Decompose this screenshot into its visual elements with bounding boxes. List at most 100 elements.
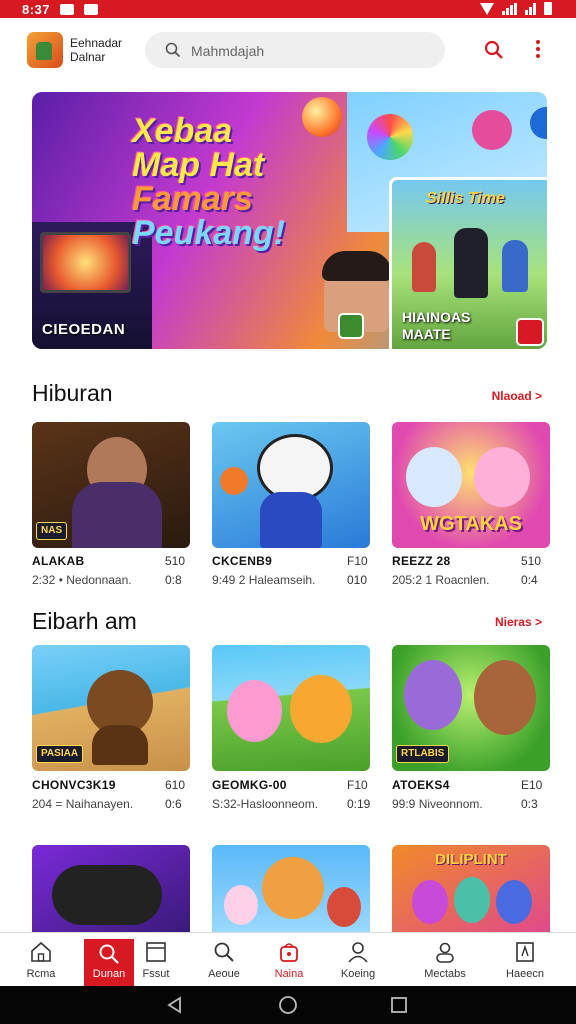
- nav-label: Rcma: [26, 968, 56, 980]
- game-card[interactable]: NAS: [32, 422, 190, 548]
- balloon-image: [367, 114, 413, 160]
- game-title[interactable]: GEOMKG-00: [212, 778, 287, 792]
- game-size: 510: [521, 554, 542, 568]
- gamepad-image: [52, 865, 162, 925]
- banner-title: Xebaa Map Hat Famars Peukang!: [132, 114, 312, 250]
- search-icon: [165, 42, 181, 63]
- nav-item-tablet[interactable]: Fssut: [131, 933, 181, 987]
- sub-card-badge-icon: [516, 318, 544, 346]
- see-more-link[interactable]: Nieras >: [495, 615, 542, 629]
- nav-label: Fssut: [142, 968, 170, 980]
- app-name-line2: Dalnar: [70, 50, 106, 64]
- character-image: [290, 675, 352, 743]
- game-title[interactable]: ALAKAB: [32, 554, 84, 568]
- game-card-tag: RTLABIS: [396, 745, 450, 763]
- see-more-link[interactable]: Nlaoad >: [492, 389, 542, 403]
- recents-icon[interactable]: [390, 996, 408, 1019]
- arcade-screen-image: [40, 232, 131, 293]
- bag-icon: [278, 941, 300, 963]
- document-icon: [514, 941, 536, 963]
- sub-card-caption-line1: HIAINOAS: [402, 309, 471, 325]
- character-image: [404, 660, 462, 730]
- game-card-tag: NAS: [36, 522, 68, 540]
- bottom-navigation: Rcma Dunan Fssut Aeoue Naina Koeing Mect…: [0, 932, 576, 987]
- message-icon: [84, 3, 99, 15]
- game-card[interactable]: DILIPLINT: [392, 845, 550, 932]
- banner-caption: CIEOEDAN: [42, 321, 126, 338]
- character-image: [92, 725, 148, 765]
- app-logo[interactable]: [27, 32, 63, 68]
- header-search-icon[interactable]: [484, 40, 504, 65]
- section-title: Eibarh am: [32, 608, 137, 634]
- game-card[interactable]: [212, 845, 370, 932]
- app-name: Eehnadar Dalnar: [70, 36, 122, 64]
- game-meta: S:32-Hasloonneom.: [212, 797, 319, 811]
- character-image: [262, 857, 324, 919]
- system-navigation-bar: [0, 986, 576, 1024]
- character-image: [224, 885, 258, 925]
- game-size: E10: [521, 778, 543, 792]
- game-card[interactable]: [32, 845, 190, 932]
- home-icon: [30, 941, 52, 963]
- wifi-icon: [480, 2, 494, 15]
- more-options-icon[interactable]: [534, 40, 542, 60]
- game-card-art-title: DILIPLINT: [435, 851, 507, 868]
- game-title[interactable]: CKCENB9: [212, 554, 272, 568]
- battery-icon: [544, 2, 552, 15]
- game-size: 510: [165, 554, 186, 568]
- game-meta: 2:32 • Nedonnaan.: [32, 573, 132, 587]
- game-title[interactable]: REEZZ 28: [392, 554, 450, 568]
- character-image: [327, 887, 361, 927]
- search-icon: [98, 943, 120, 965]
- nav-item-home[interactable]: Rcma: [16, 933, 66, 987]
- sub-card-caption: HIAINOAS MAATE: [402, 309, 470, 343]
- game-card[interactable]: WGTAKAS: [392, 422, 550, 548]
- back-icon[interactable]: [166, 996, 184, 1019]
- game-time: 010: [347, 573, 368, 587]
- game-card[interactable]: PASIAA: [32, 645, 190, 771]
- nav-label: Naina: [274, 968, 304, 980]
- status-bar: 8:37: [0, 0, 576, 18]
- game-size: F10: [347, 554, 368, 568]
- game-title[interactable]: CHONVC3K19: [32, 778, 116, 792]
- game-time: 0:6: [165, 797, 182, 811]
- banner-title-line: Famars: [132, 180, 253, 218]
- banner-sub-card[interactable]: Sillis Time HIAINOAS MAATE: [389, 177, 547, 349]
- notification-icon: [60, 3, 75, 15]
- nav-item-document[interactable]: Haeecn: [500, 933, 550, 987]
- game-card-tag: PASIAA: [36, 745, 84, 763]
- app-header: Eehnadar Dalnar: [0, 18, 576, 84]
- nav-item-store[interactable]: Naina: [264, 933, 314, 987]
- featured-banner[interactable]: Xebaa Map Hat Famars Peukang! CIEOEDAN S…: [32, 92, 547, 349]
- character-image: [474, 447, 530, 507]
- nav-item-account[interactable]: Mectabs: [420, 933, 470, 987]
- game-card[interactable]: [212, 422, 370, 548]
- game-meta: 205:2 1 Roacnlen.: [392, 573, 490, 587]
- character-image: [454, 877, 490, 923]
- character-image: [412, 880, 448, 924]
- banner-title-line: Peukang!: [132, 214, 286, 252]
- signal-icon: [502, 2, 517, 15]
- search-bar[interactable]: [145, 32, 445, 68]
- tablet-icon: [145, 941, 167, 963]
- game-title[interactable]: ATOEKS4: [392, 778, 450, 792]
- character-image: [260, 492, 322, 548]
- character-image: [406, 447, 462, 507]
- sub-card-title: Sillis Time: [426, 190, 505, 207]
- nav-item-gaming[interactable]: Koeing: [333, 933, 383, 987]
- game-meta: 9:49 2 Haleamseih.: [212, 573, 316, 587]
- home-button-icon[interactable]: [278, 995, 298, 1020]
- search-input[interactable]: [189, 40, 433, 62]
- character-image: [474, 660, 536, 735]
- game-size: 610: [165, 778, 186, 792]
- game-time: 0:8: [165, 573, 182, 587]
- game-card[interactable]: RTLABIS: [392, 645, 550, 771]
- character-image: [496, 880, 532, 924]
- game-time: 0:19: [347, 797, 371, 811]
- signal-icon-2: [525, 2, 536, 15]
- character-image: [227, 680, 282, 742]
- person-icon: [347, 941, 369, 963]
- banner-title-line: Xebaa: [132, 112, 233, 150]
- game-card[interactable]: [212, 645, 370, 771]
- nav-item-explore[interactable]: Aeoue: [199, 933, 249, 987]
